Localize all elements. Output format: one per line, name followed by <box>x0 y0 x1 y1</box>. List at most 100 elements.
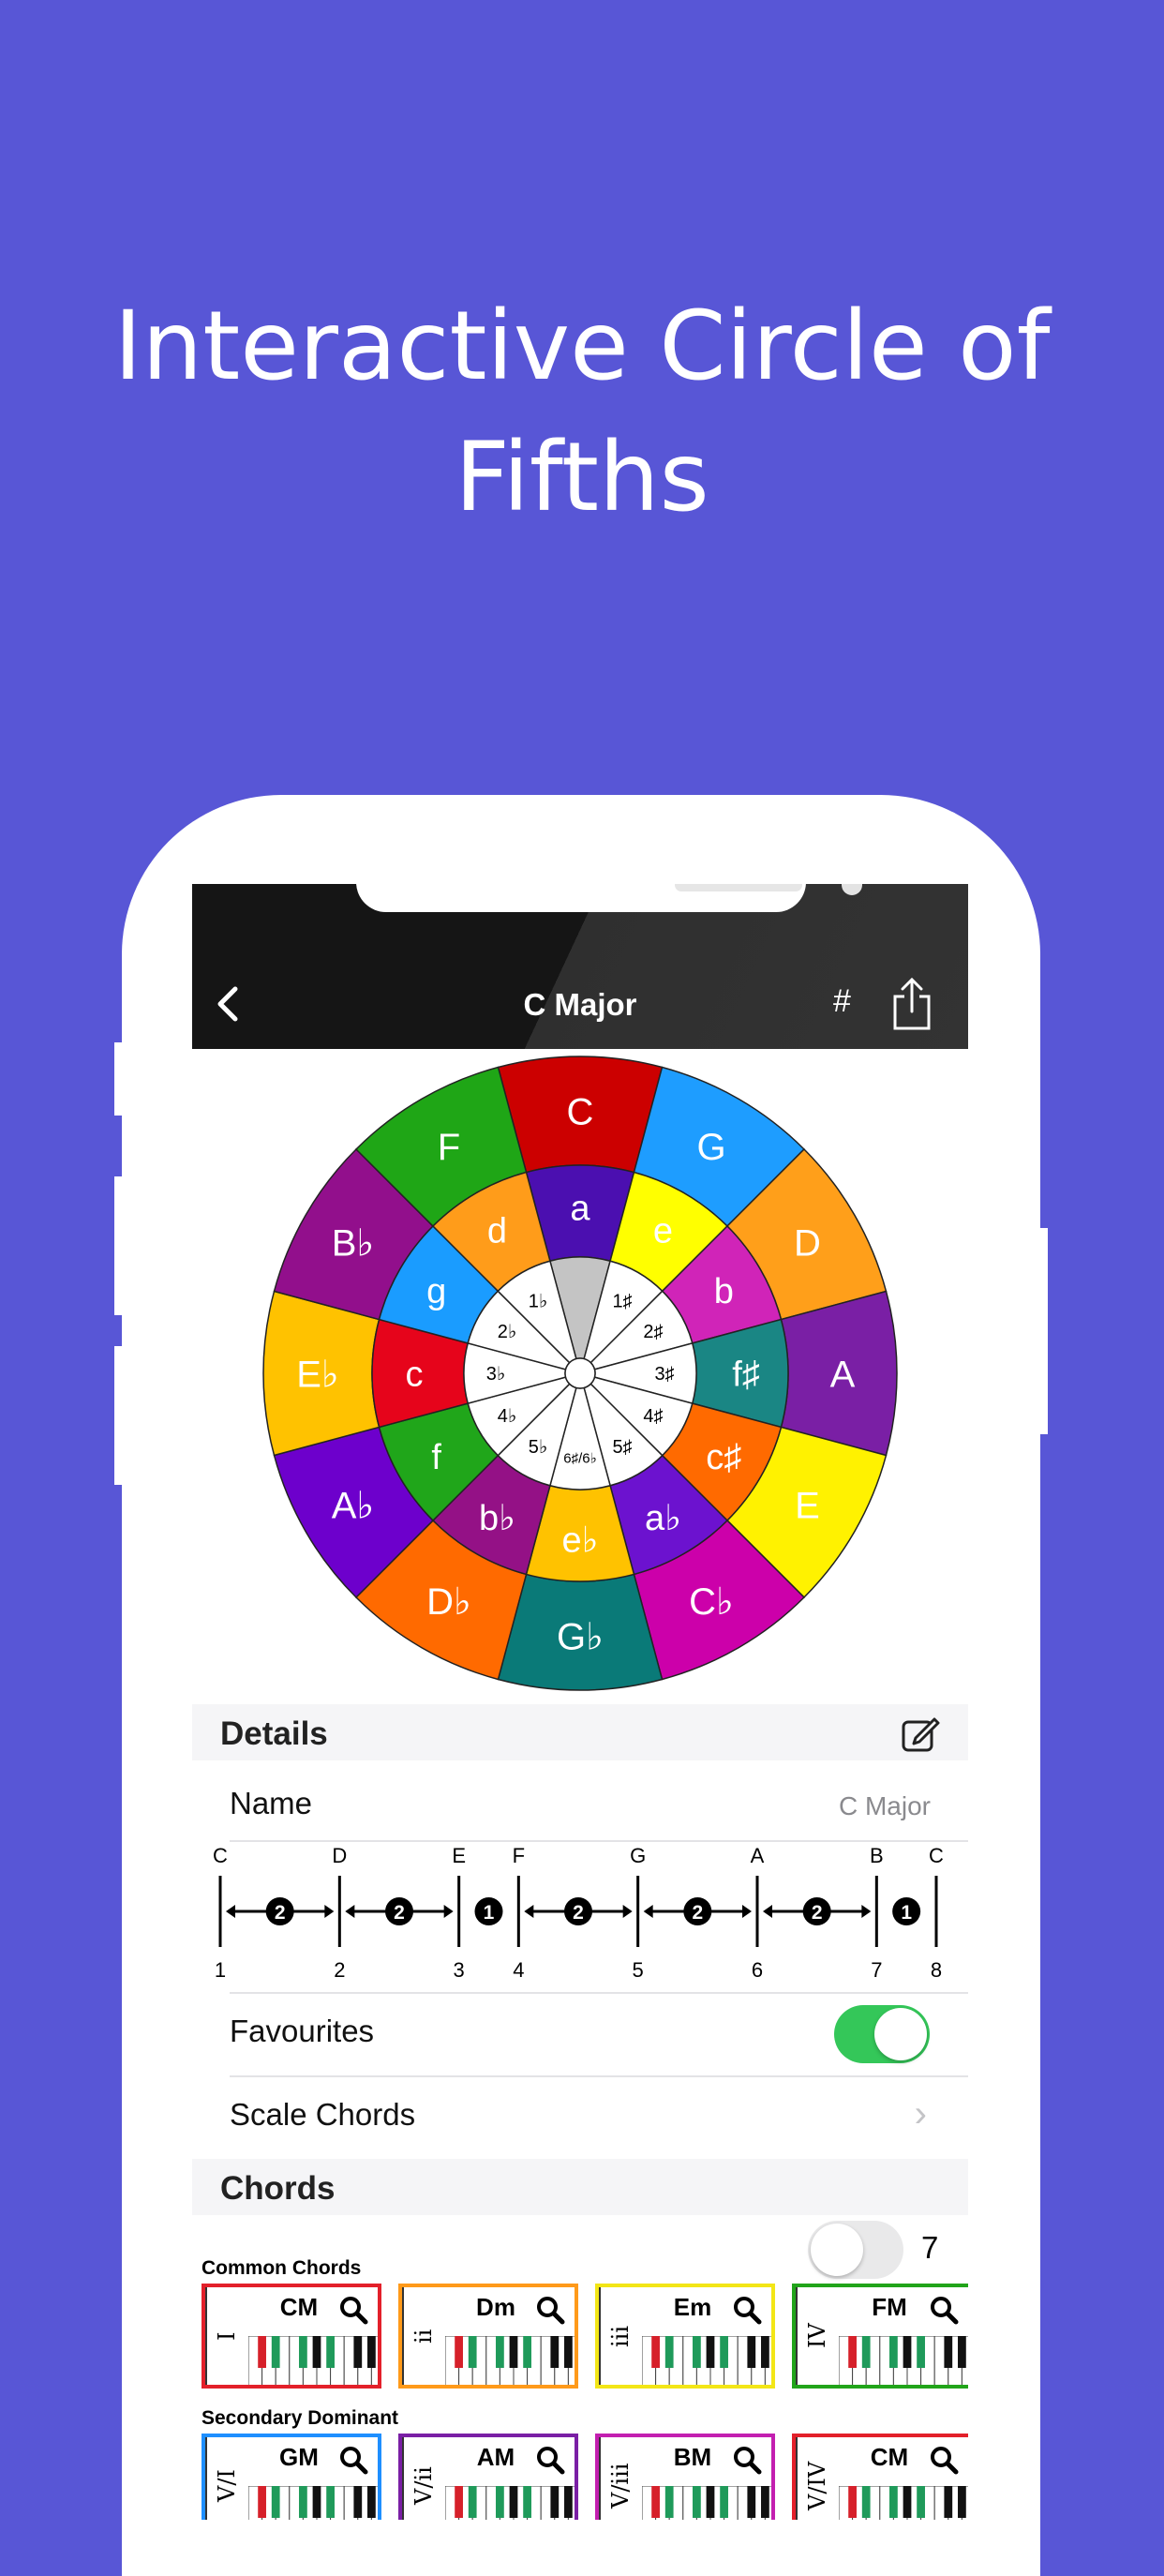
mini-keyboard <box>642 2336 771 2385</box>
edit-button[interactable] <box>901 1714 940 1753</box>
minor-key-label: d <box>487 1211 507 1251</box>
key-signature-label: 4♯ <box>643 1406 663 1427</box>
scale-note-label: A <box>751 1844 765 1867</box>
magnifier-icon[interactable] <box>929 2295 959 2325</box>
roman-numeral: V/I <box>205 2437 246 2520</box>
major-key-label: A♭ <box>332 1485 375 1526</box>
chord-card[interactable]: V/I GM <box>201 2434 381 2520</box>
minor-key-label: e <box>653 1211 673 1251</box>
scale-note-label: C <box>929 1844 944 1867</box>
chords-title: Chords <box>220 2170 336 2207</box>
major-key-label: C <box>567 1091 594 1132</box>
roman-numeral: V/iii <box>599 2437 640 2520</box>
arrow-head <box>861 1905 872 1918</box>
major-key-label: A <box>830 1354 856 1395</box>
key-signature-label: 1♯ <box>612 1291 632 1311</box>
chord-name: CM <box>870 2443 909 2471</box>
scale-degree-label: 1 <box>215 1958 226 1982</box>
minor-key-label: e♭ <box>561 1521 598 1561</box>
chord-card[interactable]: V/IV CM <box>792 2434 968 2520</box>
details-header: Details <box>192 1704 968 1760</box>
chord-card[interactable]: I CM <box>201 2284 381 2389</box>
side-button <box>114 1042 124 1116</box>
details-title: Details <box>220 1715 328 1752</box>
interval-step: 2 <box>394 1902 405 1924</box>
speaker <box>675 884 802 891</box>
app-screen: C Major # C G D A E C♭ G♭ D♭ A♭ E♭ B♭ Fa e b f♯ c♯ a♭ e♭ b… <box>192 884 968 2520</box>
chord-card[interactable]: IV FM <box>792 2284 968 2389</box>
key-signature-label: 2♭ <box>498 1322 517 1342</box>
camera <box>842 884 862 895</box>
arrow-head <box>643 1905 653 1918</box>
name-value: C Major <box>838 1791 931 1820</box>
minor-key-label: b <box>714 1272 734 1311</box>
magnifier-icon[interactable] <box>732 2445 762 2475</box>
interval-step: 2 <box>812 1902 823 1924</box>
scale-degree-label: 3 <box>454 1958 465 1982</box>
chord-card[interactable]: ii Dm <box>398 2284 578 2389</box>
arrow-head <box>443 1905 454 1918</box>
roman-numeral: ii <box>402 2287 443 2385</box>
major-key-label: F <box>438 1127 460 1168</box>
chords-header: Chords <box>192 2159 968 2215</box>
roman-numeral: IV <box>796 2287 837 2385</box>
scale-degree-label: 4 <box>513 1958 524 1982</box>
scale-note-label: C <box>213 1844 228 1867</box>
mini-keyboard <box>445 2486 575 2520</box>
chord-count: 7 <box>921 2230 939 2265</box>
chord-card[interactable]: V/ii AM <box>398 2434 578 2520</box>
scale-degree-label: 6 <box>752 1958 763 1982</box>
divider <box>230 1992 968 1994</box>
key-signature-label: 3♯ <box>654 1364 674 1385</box>
minor-key-label: f <box>431 1438 441 1477</box>
toggle-knob <box>874 2008 927 2060</box>
major-key-label: E <box>795 1485 820 1526</box>
minor-key-label: g <box>426 1272 446 1311</box>
chord-name: Dm <box>476 2293 515 2321</box>
center-dot <box>564 1357 596 1389</box>
toggle-knob <box>811 2224 863 2276</box>
headline: Interactive Circle of Fifths <box>113 291 1051 533</box>
scale-degree-label: 8 <box>931 1958 942 1982</box>
circle-of-fifths[interactable]: C G D A E C♭ G♭ D♭ A♭ E♭ B♭ Fa e b f♯ c♯ a♭ e♭ b♭ f c g d 1♯ 2♯ 3… <box>260 1053 901 1694</box>
minor-key-label: b♭ <box>479 1499 515 1538</box>
chord-card[interactable]: iii Em <box>595 2284 775 2389</box>
name-label: Name <box>230 1786 313 1820</box>
divider <box>230 2075 968 2077</box>
chevron-right-icon[interactable]: › <box>915 2093 927 2135</box>
common-chords-label: Common Chords <box>201 2257 362 2279</box>
magnifier-icon[interactable] <box>929 2445 959 2475</box>
roman-numeral: I <box>205 2287 246 2385</box>
scale-chords-label: Scale Chords <box>230 2097 416 2132</box>
share-button[interactable] <box>891 977 933 1030</box>
side-button <box>1038 1228 1048 1434</box>
key-signature-label: 5♯ <box>612 1437 632 1458</box>
magnifier-icon[interactable] <box>732 2295 762 2325</box>
notch <box>356 884 862 912</box>
mini-keyboard <box>248 2336 378 2385</box>
major-key-label: G♭ <box>557 1616 604 1657</box>
interval-step: 1 <box>484 1902 495 1924</box>
roman-numeral: iii <box>599 2287 640 2385</box>
scale-note-label: E <box>452 1844 466 1867</box>
magnifier-icon[interactable] <box>535 2445 565 2475</box>
magnifier-icon[interactable] <box>535 2295 565 2325</box>
arrow-head <box>345 1905 355 1918</box>
chord-name: AM <box>476 2443 515 2471</box>
arrow-head <box>226 1905 235 1918</box>
magnifier-icon[interactable] <box>338 2295 368 2325</box>
show-all-chords-toggle[interactable] <box>808 2221 903 2279</box>
roman-numeral: V/ii <box>402 2437 443 2520</box>
secondary-dominant-label: Secondary Dominant <box>201 2407 399 2429</box>
magnifier-icon[interactable] <box>338 2445 368 2475</box>
key-signature-label: 4♭ <box>498 1406 517 1427</box>
chord-card[interactable]: V/iii BM <box>595 2434 775 2520</box>
major-key-label: D <box>794 1222 821 1264</box>
scale-note-label: B <box>870 1844 884 1867</box>
minor-key-label: a <box>570 1190 590 1229</box>
sharp-toggle-button[interactable]: # <box>833 983 851 1020</box>
scale-note-label: G <box>630 1844 646 1867</box>
favourites-toggle[interactable] <box>834 2005 930 2063</box>
mini-keyboard <box>445 2336 575 2385</box>
major-key-label: G <box>696 1127 725 1168</box>
